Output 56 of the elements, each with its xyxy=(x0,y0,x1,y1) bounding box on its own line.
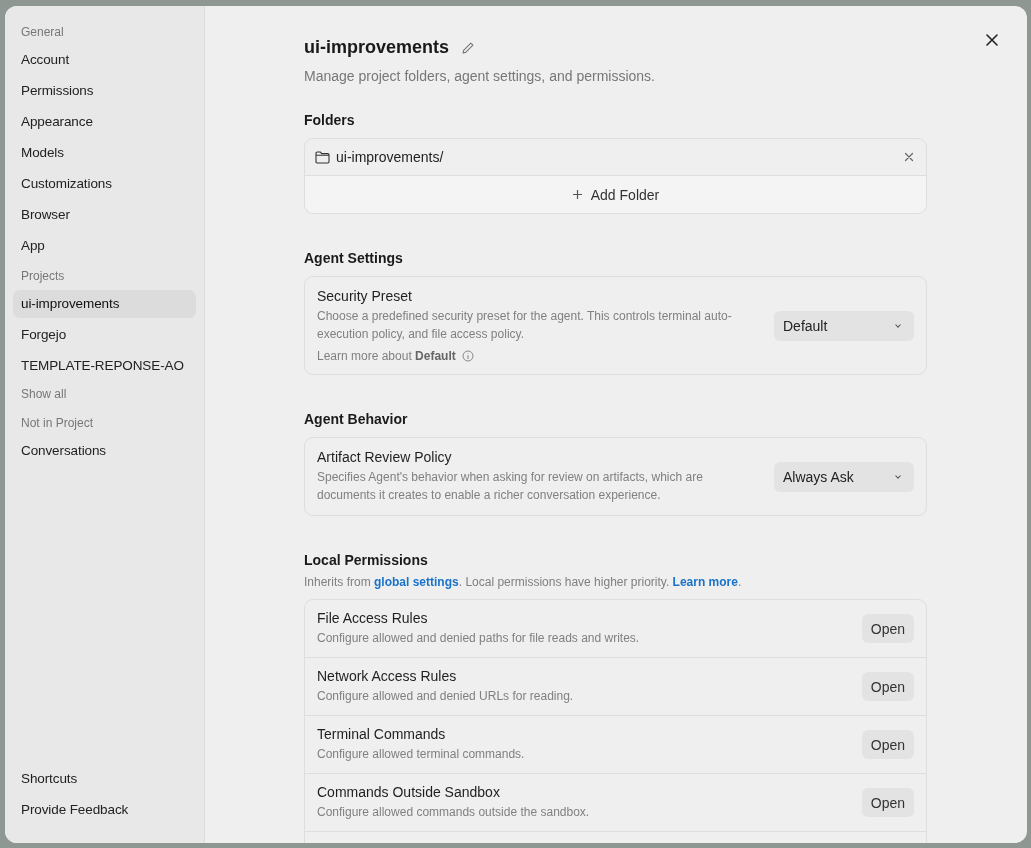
section-heading: Local Permissions xyxy=(304,552,429,568)
folder-path: ui-improvements/ xyxy=(336,149,445,165)
sidebar-item[interactable]: ui-improvements xyxy=(13,290,196,318)
section-heading: Agent Behavior xyxy=(304,411,409,427)
sidebar-heading: Projects xyxy=(20,268,66,285)
project-title: ui-improvements xyxy=(304,37,450,58)
sidebar-item[interactable]: Permissions xyxy=(13,77,196,105)
setting-description: Specifies Agent's behavior when asking for review on artifacts, which are documents it creates to enable a richer conversation experience. xyxy=(317,469,704,504)
permissions-intro: Inherits from global settings. Local permissions have higher priority. Learn more. xyxy=(304,575,743,589)
add-folder-button[interactable]: Add Folder xyxy=(305,176,926,213)
learn-more-text[interactable]: Learn more about Default xyxy=(317,349,456,363)
sidebar-item[interactable]: App xyxy=(13,232,196,260)
rule-description: Configure allowed terminal commands. xyxy=(317,746,526,763)
link[interactable]: Learn more xyxy=(672,575,738,589)
setting-title: Artifact Review Policy xyxy=(317,449,453,465)
plus-icon xyxy=(571,189,583,200)
rule-title: Terminal Commands xyxy=(317,726,447,742)
project-subtitle: Manage project folders, agent settings, and permissions. xyxy=(304,68,656,84)
sidebar-item[interactable]: Account xyxy=(13,46,196,74)
open-button[interactable]: Open xyxy=(861,672,914,701)
rule-title: Commands Outside Sandbox xyxy=(317,784,501,800)
rule-description: Configure allowed and denied URLs for reading. xyxy=(317,688,575,705)
rule-title: Network Access Rules xyxy=(317,668,458,684)
sidebar-item[interactable]: Customizations xyxy=(13,170,196,198)
close-icon xyxy=(985,33,999,47)
section-heading: Agent Settings xyxy=(304,250,404,266)
sidebar-heading: Not in Project xyxy=(20,415,95,432)
open-button[interactable]: Open xyxy=(861,614,914,643)
sidebar-item[interactable]: Models xyxy=(13,139,196,167)
rule-description: Configure allowed commands outside the sandbox. xyxy=(317,804,591,821)
setting-description: Choose a predefined security preset for the agent. This controls terminal auto-execution policy, and file access policy. xyxy=(317,308,733,343)
rule-description: Configure allowed and denied paths for file reads and writes. xyxy=(317,630,641,647)
close-button[interactable] xyxy=(985,33,999,47)
folder-icon xyxy=(315,150,330,164)
sidebar-item[interactable]: Appearance xyxy=(13,108,196,136)
open-button[interactable]: Open xyxy=(861,788,914,817)
sidebar-item[interactable]: TEMPLATE-REPONSE-AO xyxy=(13,352,196,380)
rule-title: File Access Rules xyxy=(317,610,429,626)
sidebar-item[interactable]: Shortcuts xyxy=(13,765,196,793)
link[interactable]: global settings xyxy=(374,575,459,589)
dropdown[interactable]: Always Ask xyxy=(774,461,914,492)
sidebar-item[interactable]: Conversations xyxy=(13,437,196,465)
info-icon xyxy=(461,350,474,362)
chevron-down-icon xyxy=(894,322,902,329)
pencil-icon[interactable] xyxy=(461,40,476,55)
sidebar-item[interactable]: Forgejo xyxy=(13,321,196,349)
sidebar-heading: General xyxy=(20,24,65,41)
show-all-link[interactable]: Show all xyxy=(13,383,196,405)
remove-icon[interactable] xyxy=(904,152,914,162)
open-button[interactable]: Open xyxy=(861,730,914,759)
sidebar-item[interactable]: Browser xyxy=(13,201,196,229)
setting-title: Security Preset xyxy=(317,288,413,304)
section-heading: Folders xyxy=(304,112,356,128)
dropdown[interactable]: Default xyxy=(774,310,914,341)
sidebar-item[interactable]: Provide Feedback xyxy=(13,796,196,824)
chevron-down-icon xyxy=(894,473,902,480)
